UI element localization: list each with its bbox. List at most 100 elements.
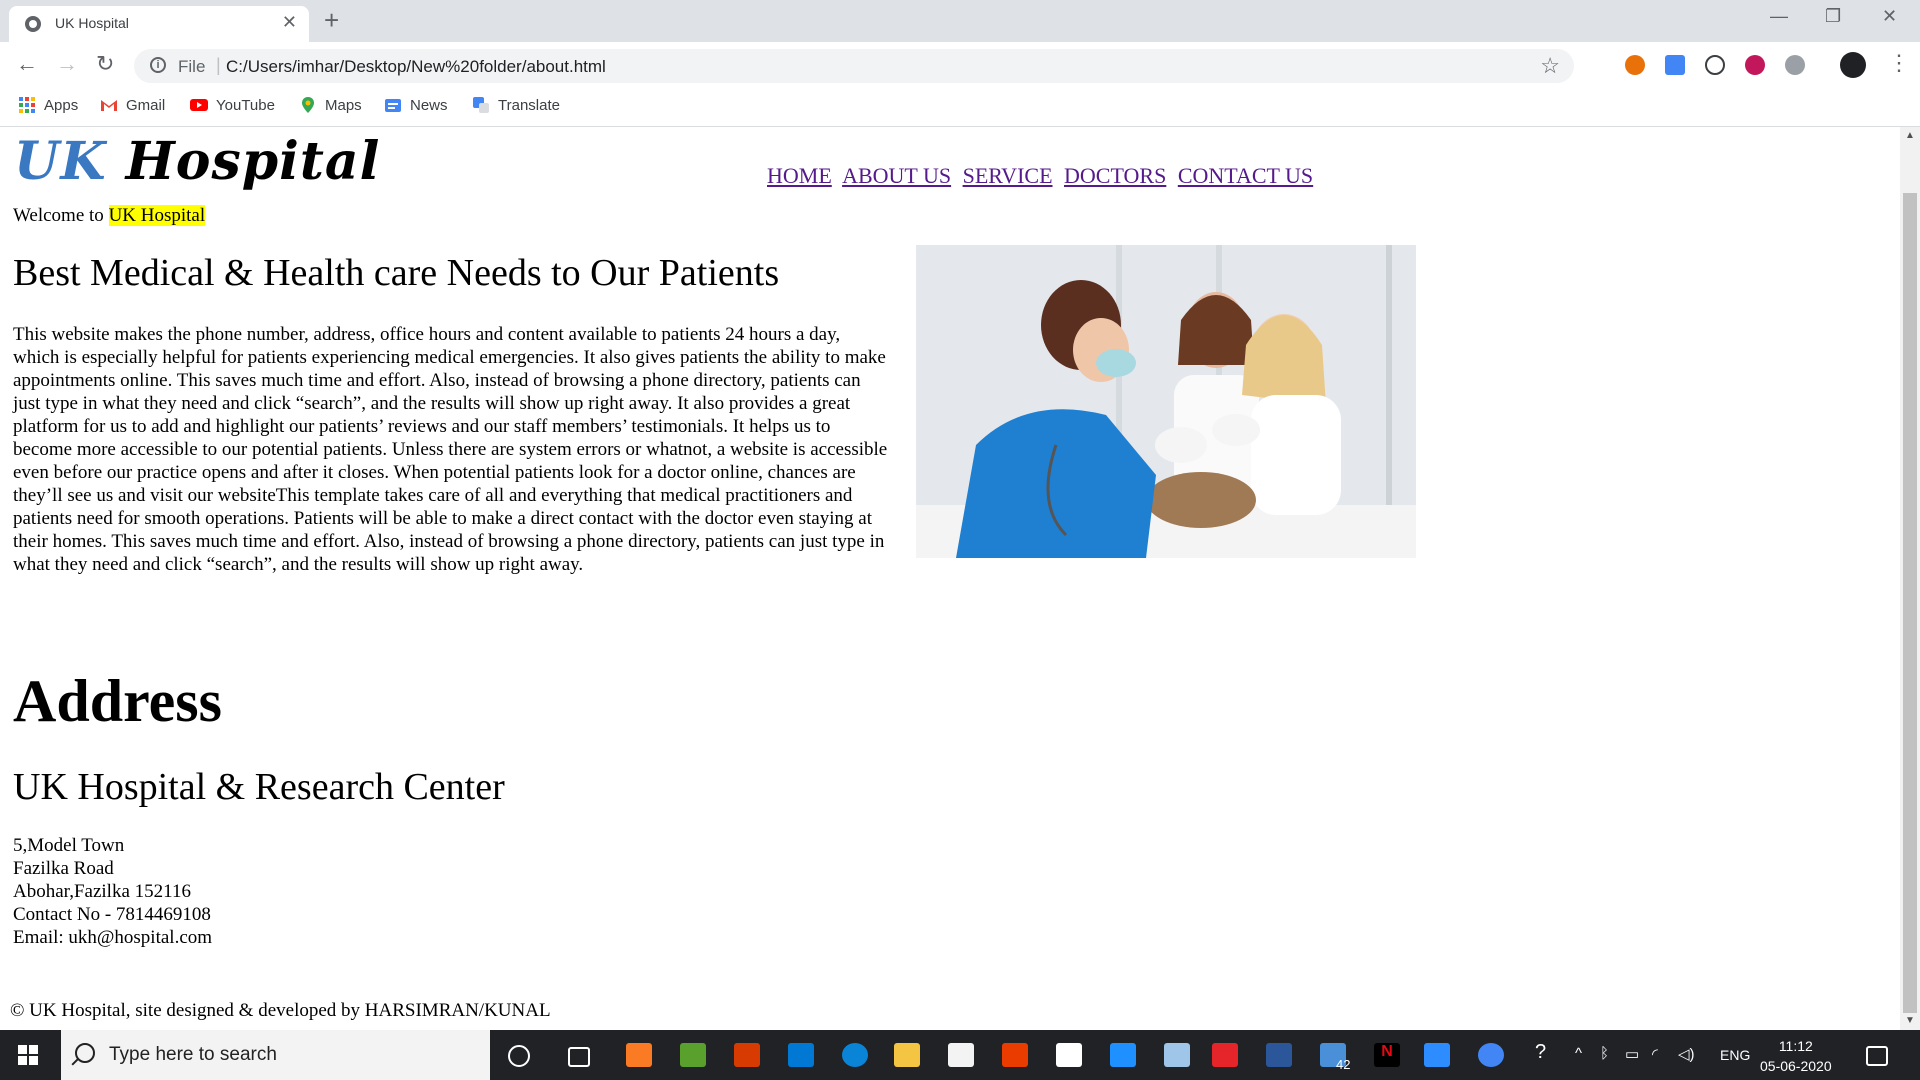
windows-start-icon[interactable] [18,1045,38,1065]
close-tab-icon[interactable]: ✕ [282,12,297,32]
browser-menu-icon[interactable]: ⋮ [1888,50,1910,76]
mail-icon[interactable] [788,1043,814,1067]
bookmark-star-icon[interactable]: ☆ [1540,53,1560,79]
remote-desktop-icon[interactable] [1110,1043,1136,1067]
scrollbar-thumb[interactable] [1903,193,1917,1013]
word-icon[interactable] [1266,1043,1292,1067]
photos-icon[interactable] [1164,1043,1190,1067]
back-icon[interactable]: ← [16,52,38,76]
acrobat-icon[interactable] [1212,1043,1238,1067]
nav-contact-us[interactable]: CONTACT US [1178,163,1313,188]
gmail-icon [101,100,117,111]
cortana-icon[interactable] [508,1045,530,1067]
main-nav: HOME ABOUT US SERVICE DOCTORS CONTACT US [767,163,1319,189]
moon-extension-icon[interactable] [1745,55,1765,75]
zoom-icon[interactable] [1424,1043,1450,1067]
bookmark-maps[interactable]: Maps [299,96,362,114]
notification-icon[interactable] [1866,1046,1888,1066]
volume-icon[interactable]: ◁) [1678,1045,1695,1063]
netflix-icon[interactable]: N [1374,1043,1400,1067]
new-tab-button[interactable]: + [324,6,339,34]
restore-icon[interactable]: ❐ [1825,6,1841,27]
page-scrollbar[interactable]: ▲ ▼ [1900,127,1920,1030]
nav-doctors[interactable]: DOCTORS [1064,163,1166,188]
dropbox-icon[interactable] [1056,1043,1082,1067]
xampp-icon[interactable] [626,1043,652,1067]
task-view-icon[interactable] [568,1047,590,1067]
bookmark-apps[interactable]: Apps [18,96,78,114]
nav-service[interactable]: SERVICE [963,163,1053,188]
url-text[interactable]: C:/Users/imhar/Desktop/New%20folder/abou… [226,57,606,77]
gear-extension-icon[interactable] [1785,55,1805,75]
apps-grid-icon [19,97,35,113]
url-scheme: File [178,57,206,76]
welcome-text: Welcome to UK Hospital [13,205,206,227]
center-name: UK Hospital & Research Center [13,766,505,808]
system-clock[interactable]: 11:12 05-06-2020 [1760,1036,1832,1076]
globe-icon [25,16,41,32]
doctor-patient-photo [916,245,1416,558]
wifi-icon[interactable]: ◜ [1652,1045,1658,1063]
page-headline: Best Medical & Health care Needs to Our … [13,252,780,294]
scroll-up-icon[interactable]: ▲ [1905,130,1915,141]
taskbar-search[interactable]: Type here to search [61,1030,490,1080]
clock-time: 11:12 [1778,1038,1813,1054]
chevron-up-icon[interactable]: ^ [1575,1045,1582,1062]
bookmark-label: Apps [44,96,79,114]
welcome-prefix: Welcome to [13,205,104,226]
address-heading: Address [13,668,222,734]
extension-icon[interactable] [1625,55,1645,75]
bookmark-label: News [410,96,448,114]
help-icon[interactable]: ? [1535,1041,1546,1064]
address-block: 5,Model Town Fazilka Road Abohar,Fazilka… [13,834,212,949]
window-close-icon[interactable]: ✕ [1882,6,1897,27]
address-bar[interactable]: i File | C:/Users/imhar/Desktop/New%20fo… [134,49,1574,83]
url-separator: | [216,55,221,75]
bookmark-news[interactable]: News [384,96,448,114]
browser-tab[interactable]: UK Hospital ✕ [9,6,309,42]
file-explorer-icon[interactable] [894,1043,920,1067]
mail-badge-count: 42 [1336,1057,1351,1072]
address-line: Fazilka Road [13,858,114,879]
logo-hospital: Hospital [125,131,381,192]
clock-date: 05-06-2020 [1760,1058,1832,1074]
site-logo[interactable]: UK Hospital [14,131,380,192]
search-placeholder: Type here to search [109,1044,277,1065]
bookmark-label: Maps [325,96,362,114]
bookmark-label: Gmail [126,96,166,114]
scroll-down-icon[interactable]: ▼ [1905,1015,1915,1026]
bookmark-youtube[interactable]: YouTube [190,96,275,114]
bookmark-translate[interactable]: Translate [472,96,560,114]
app-icon[interactable] [734,1043,760,1067]
about-paragraph: This website makes the phone number, add… [13,324,888,575]
store-icon[interactable] [948,1043,974,1067]
minimize-icon[interactable]: — [1770,6,1788,27]
bookmark-gmail[interactable]: Gmail [100,96,165,114]
translate-icon [473,97,489,113]
notepad-app-icon[interactable] [680,1043,706,1067]
edge-icon[interactable] [842,1043,868,1067]
browser-toolbar: ← → ↻ i File | C:/Users/imhar/Desktop/Ne… [0,42,1920,88]
battery-icon[interactable]: ▭ [1625,1045,1639,1063]
search-icon [75,1043,95,1063]
language-indicator[interactable]: ENG [1720,1047,1750,1063]
profile-avatar[interactable] [1840,52,1866,78]
info-icon[interactable]: i [150,57,166,73]
maps-pin-icon [302,97,314,113]
web-page: UK Hospital HOME ABOUT US SERVICE DOCTOR… [0,127,1900,1030]
address-line: 5,Model Town [13,835,125,856]
contact-line: Contact No - 7814469108 [13,904,211,925]
bluetooth-icon[interactable]: ᛒ [1600,1045,1609,1062]
youtube-icon [190,99,208,111]
tab-strip: UK Hospital ✕ + — ❐ ✕ [0,0,1920,42]
translate-extension-icon[interactable] [1665,55,1685,75]
speedometer-icon[interactable] [1705,55,1725,75]
nav-home[interactable]: HOME [767,163,832,188]
office-icon[interactable] [1002,1043,1028,1067]
reload-icon[interactable]: ↻ [96,52,114,76]
nav-about-us[interactable]: ABOUT US [842,163,951,188]
address-line: Abohar,Fazilka 152116 [13,881,191,902]
bookmark-label: Translate [498,96,560,114]
chrome-icon[interactable] [1478,1043,1504,1067]
forward-icon[interactable]: → [56,52,78,76]
